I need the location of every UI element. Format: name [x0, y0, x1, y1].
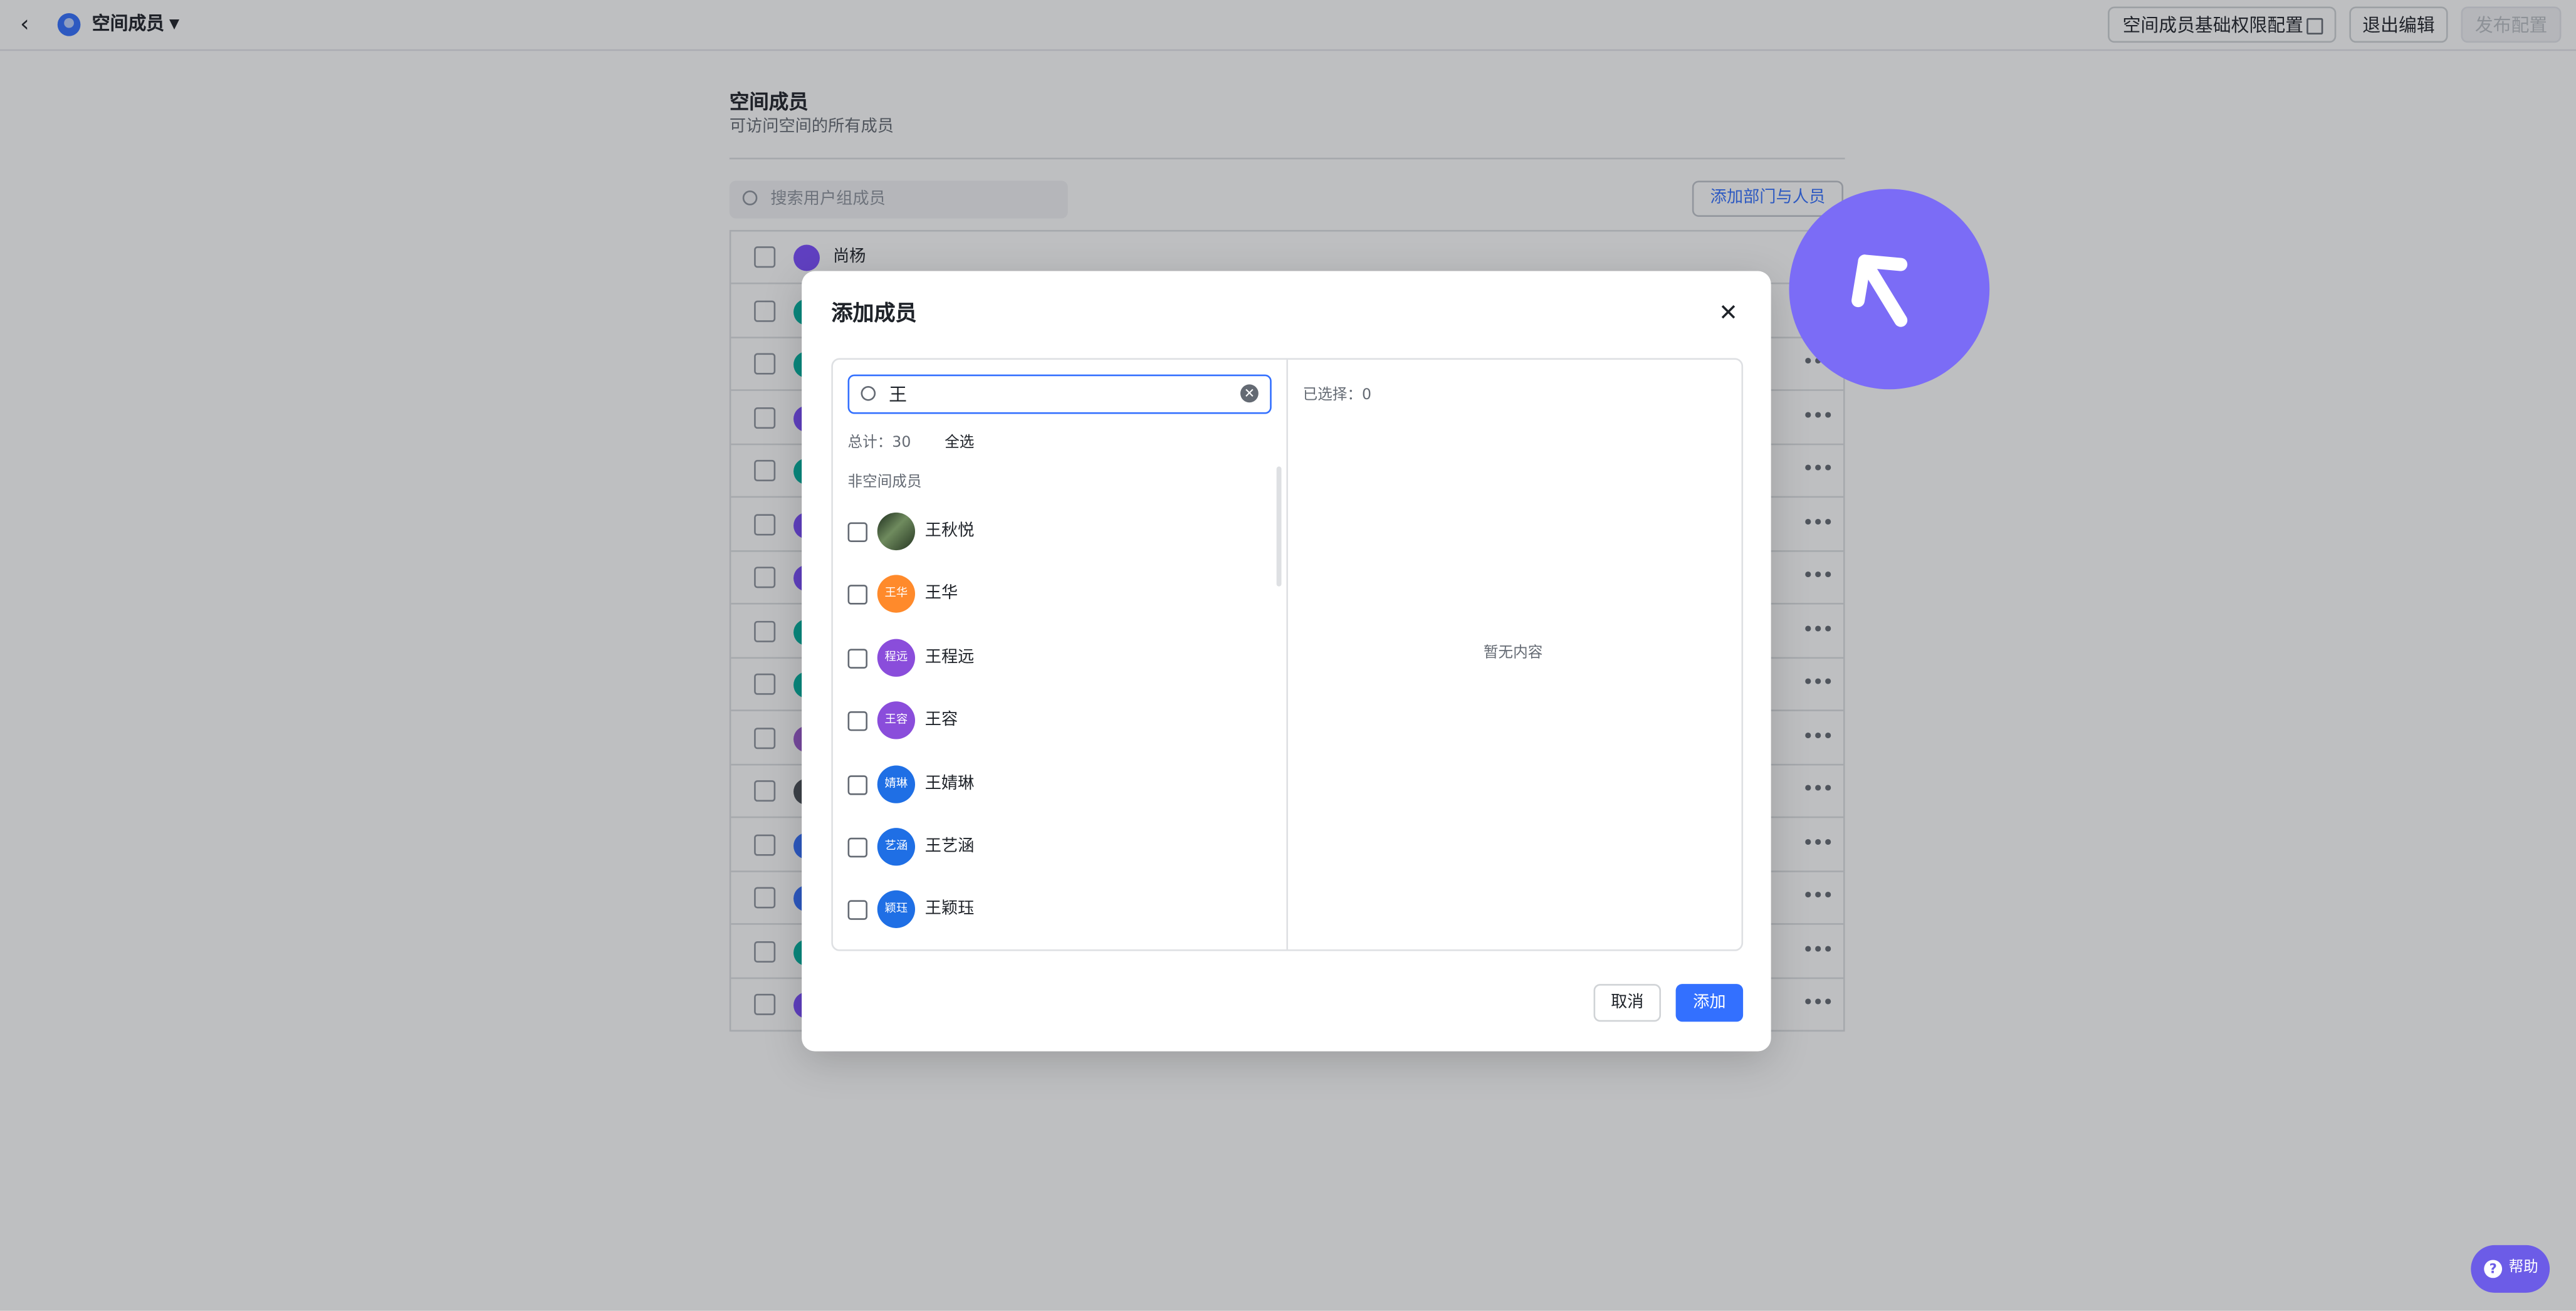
list-item[interactable]: 婧琳 王婧琳: [847, 760, 1267, 810]
close-icon[interactable]: ✕: [1715, 301, 1742, 327]
group-label: 非空间成员: [847, 474, 922, 491]
member-name: 王颖珏: [924, 901, 975, 919]
clear-icon[interactable]: ✕: [1240, 384, 1259, 403]
avatar: 婧琳: [877, 765, 916, 803]
cursor-highlight: [1789, 189, 1990, 390]
select-all-button[interactable]: 全选: [945, 432, 974, 455]
scrollbar[interactable]: [1276, 466, 1282, 587]
list-item[interactable]: 颖珏 王颖珏: [847, 886, 1267, 936]
member-checkbox[interactable]: [847, 711, 867, 731]
add-button[interactable]: 添加: [1675, 984, 1744, 1022]
modal-search-field[interactable]: ✕: [847, 374, 1272, 414]
member-checkbox[interactable]: [847, 585, 867, 605]
member-name: 王容: [924, 711, 958, 730]
cursor-arrow-icon: [1851, 254, 1908, 327]
member-name: 王婧琳: [924, 775, 975, 793]
member-name: 王艺涵: [924, 837, 975, 856]
help-label: 帮助: [2508, 1260, 2538, 1277]
member-name: 王秋悦: [924, 522, 975, 541]
list-item[interactable]: 艺涵 王艺涵: [847, 823, 1267, 872]
help-icon: ?: [2484, 1260, 2503, 1278]
list-item[interactable]: 王华 王华: [847, 571, 1267, 620]
avatar: 王容: [877, 701, 916, 740]
dialog-title: 添加成员: [831, 302, 917, 327]
cancel-button[interactable]: 取消: [1593, 984, 1662, 1022]
avatar: 颖珏: [877, 891, 916, 929]
selected-count: 已选择：0: [1302, 387, 1372, 404]
list-item[interactable]: 王秋悦: [847, 508, 1267, 557]
total-count: 总计：30: [847, 435, 911, 452]
member-checkbox[interactable]: [847, 522, 867, 542]
member-checkbox[interactable]: [847, 648, 867, 669]
add-member-dialog: 添加成员 ✕ ✕ 总计：30 全选 非空间成员 王秋悦王华王华程远王程远王容王容…: [802, 271, 1771, 1052]
member-checkbox[interactable]: [847, 837, 867, 858]
panel-divider: [1286, 360, 1289, 950]
avatar: 艺涵: [877, 828, 916, 866]
help-button[interactable]: ? 帮助: [2471, 1245, 2550, 1293]
member-checkbox[interactable]: [847, 901, 867, 921]
list-item[interactable]: 程远 王程远: [847, 634, 1267, 683]
member-checkbox[interactable]: [847, 775, 867, 795]
list-item[interactable]: 王容 王容: [847, 697, 1267, 746]
member-name: 王程远: [924, 648, 975, 667]
avatar: 程远: [877, 639, 916, 677]
empty-state: 暂无内容: [1483, 645, 1543, 662]
avatar: 王华: [877, 575, 916, 614]
selection-panel: ✕ 总计：30 全选 非空间成员 王秋悦王华王华程远王程远王容王容婧琳王婧琳艺涵…: [831, 358, 1744, 951]
modal-search-input[interactable]: [889, 379, 1218, 409]
avatar: [877, 512, 916, 551]
member-name: 王华: [924, 585, 958, 604]
search-icon: [861, 385, 876, 401]
